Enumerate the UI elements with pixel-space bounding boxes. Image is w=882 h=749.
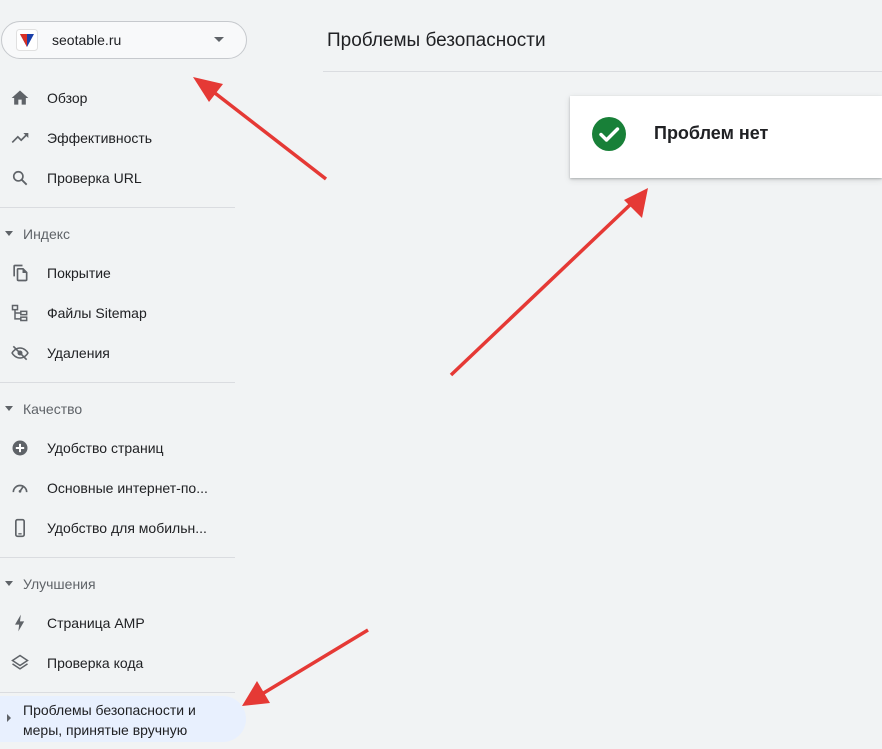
- search-console-app: seotable.ru Обзор Эффективность Проверка…: [0, 0, 882, 749]
- nav-item-label: Проверка кода: [47, 655, 144, 671]
- nav-item-label: Обзор: [47, 90, 88, 106]
- caret-down-icon: [5, 581, 13, 586]
- page-title: Проблемы безопасности: [327, 30, 546, 51]
- nav-item-label: Удобство страниц: [47, 440, 164, 456]
- nav-item-overview[interactable]: Обзор: [0, 80, 236, 116]
- property-selector[interactable]: seotable.ru: [1, 21, 247, 59]
- caret-down-icon: [5, 406, 13, 411]
- nav-item-removals[interactable]: Удаления: [0, 335, 236, 371]
- home-icon: [10, 88, 30, 108]
- nav-item-code-check[interactable]: Проверка кода: [0, 645, 236, 681]
- triangle-logo-icon: [16, 29, 38, 51]
- smartphone-icon: [10, 518, 30, 538]
- nav-item-label: Удаления: [47, 345, 110, 361]
- nav-item-label: Удобство для мобильн...: [47, 520, 207, 536]
- sidebar: seotable.ru Обзор Эффективность Проверка…: [0, 0, 250, 749]
- section-quality[interactable]: Качество: [0, 398, 236, 422]
- nav-item-label: Основные интернет-по...: [47, 480, 208, 496]
- divider: [0, 557, 235, 558]
- property-name: seotable.ru: [52, 32, 122, 48]
- divider: [0, 692, 235, 693]
- file-copy-icon: [10, 263, 30, 283]
- status-text: Проблем нет: [654, 123, 769, 143]
- section-title: Улучшения: [23, 576, 96, 592]
- nav-item-label: Проверка URL: [47, 170, 142, 186]
- section-title: Индекс: [23, 226, 71, 242]
- section-enhancements[interactable]: Улучшения: [0, 573, 236, 597]
- eye-off-icon: [10, 343, 30, 363]
- annotation-arrow: [242, 628, 369, 706]
- nav-item-page-experience[interactable]: Удобство страниц: [0, 430, 236, 466]
- nav-item-label: Проблемы безопасности и меры, принятые в…: [23, 702, 196, 738]
- caret-right-icon: [7, 714, 11, 722]
- divider: [323, 71, 882, 72]
- sitemap-icon: [10, 303, 30, 323]
- nav-item-mobile-usability[interactable]: Удобство для мобильн...: [0, 510, 236, 546]
- bolt-icon: [10, 613, 30, 633]
- nav-item-url-inspection[interactable]: Проверка URL: [0, 160, 236, 196]
- nav-item-coverage[interactable]: Покрытие: [0, 255, 236, 291]
- nav-item-label: Покрытие: [47, 265, 111, 281]
- divider: [0, 382, 235, 383]
- nav-item-label: Страница AMP: [47, 615, 145, 631]
- annotation-arrow: [449, 188, 648, 377]
- chevron-down-icon: [214, 37, 224, 42]
- divider: [0, 207, 235, 208]
- nav-item-label: Файлы Sitemap: [47, 305, 147, 321]
- section-index[interactable]: Индекс: [0, 223, 236, 247]
- nav-item-sitemaps[interactable]: Файлы Sitemap: [0, 295, 236, 331]
- speedometer-icon: [10, 478, 30, 498]
- check-circle-icon: [592, 117, 626, 151]
- layers-icon: [10, 653, 30, 673]
- nav-item-label: Эффективность: [47, 130, 153, 146]
- nav-item-performance[interactable]: Эффективность: [0, 120, 236, 156]
- nav-item-security-manual-actions[interactable]: Проблемы безопасности и меры, принятые в…: [0, 696, 246, 742]
- trending-up-icon: [10, 128, 30, 148]
- search-icon: [10, 168, 30, 188]
- status-card: Проблем нет: [570, 96, 882, 178]
- nav-item-core-web-vitals[interactable]: Основные интернет-по...: [0, 470, 236, 506]
- add-circle-icon: [10, 438, 30, 458]
- nav-item-amp[interactable]: Страница AMP: [0, 605, 236, 641]
- section-title: Качество: [23, 401, 83, 417]
- caret-down-icon: [5, 231, 13, 236]
